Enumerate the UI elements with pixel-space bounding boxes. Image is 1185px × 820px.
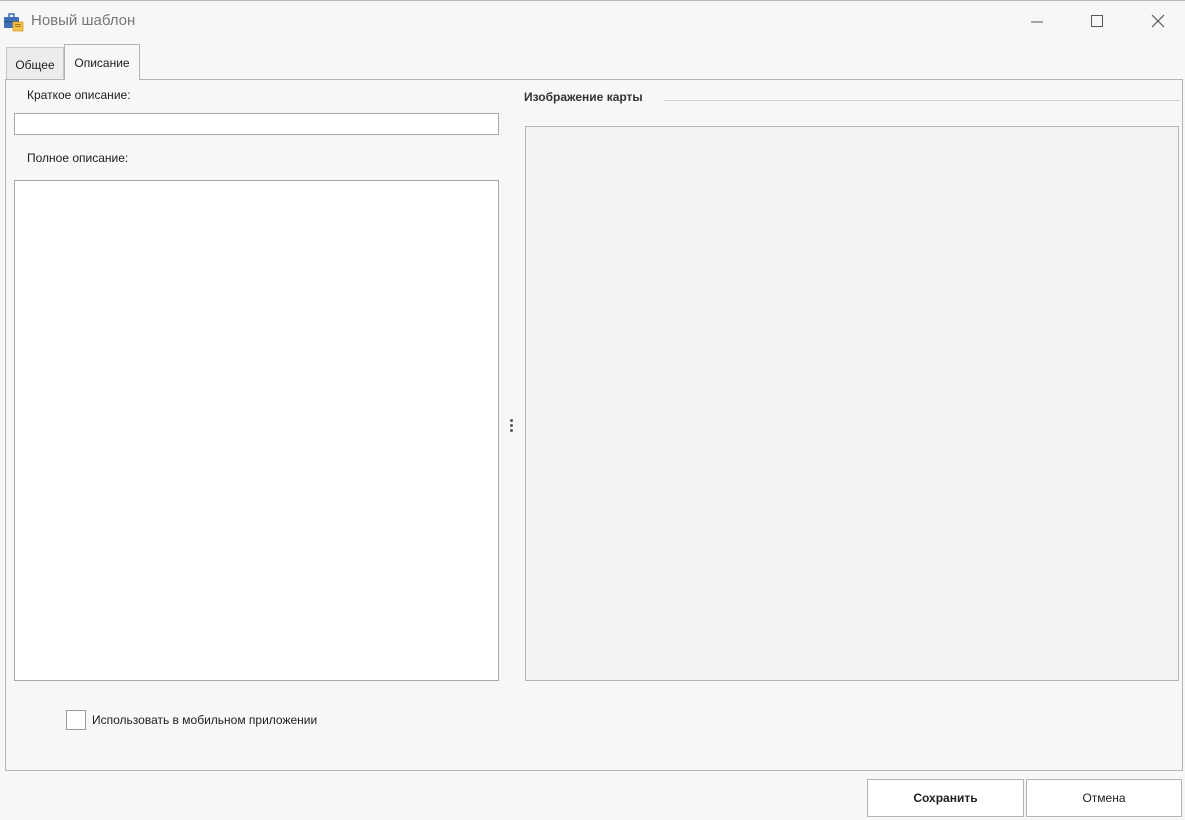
maximize-button[interactable] xyxy=(1074,7,1120,35)
close-button[interactable] xyxy=(1135,7,1181,35)
map-image-box[interactable] xyxy=(525,126,1179,681)
short-description-input[interactable] xyxy=(14,113,499,135)
short-description-label: Краткое описание: xyxy=(27,88,131,102)
minimize-icon xyxy=(1031,21,1043,23)
dialog-window: Новый шаблон Общее Описание Краткое опис… xyxy=(0,0,1185,820)
splitter-dot xyxy=(509,423,513,427)
minimize-button[interactable] xyxy=(1014,7,1060,35)
window-title: Новый шаблон xyxy=(31,12,136,29)
use-in-mobile-app-checkbox[interactable] xyxy=(66,710,86,730)
group-divider xyxy=(664,100,1180,101)
title-bar[interactable]: Новый шаблон xyxy=(0,1,1185,41)
save-button[interactable]: Сохранить xyxy=(867,779,1024,817)
close-icon xyxy=(1151,14,1165,28)
use-in-mobile-app-label[interactable]: Использовать в мобильном приложении xyxy=(92,713,317,727)
splitter-dot xyxy=(509,418,513,422)
splitter-handle[interactable] xyxy=(505,415,517,435)
maximize-icon xyxy=(1091,15,1103,27)
cancel-button[interactable]: Отмена xyxy=(1026,779,1182,817)
full-description-textarea[interactable] xyxy=(14,180,499,681)
full-description-label: Полное описание: xyxy=(27,151,129,165)
map-image-group-title: Изображение карты xyxy=(524,90,647,104)
template-briefcase-icon xyxy=(4,12,24,32)
tab-description[interactable]: Описание xyxy=(64,44,140,80)
splitter-dot xyxy=(509,428,513,432)
tab-general[interactable]: Общее xyxy=(6,47,64,79)
